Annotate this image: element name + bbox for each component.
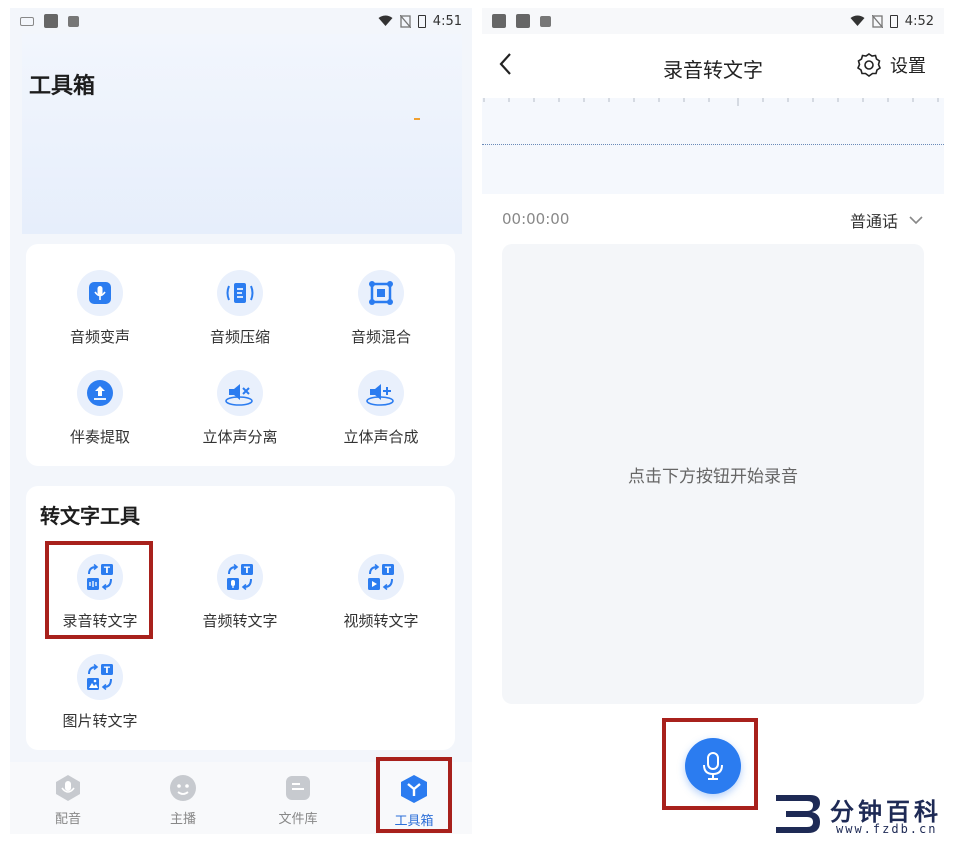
app-notification-icon [540,15,551,27]
battery-icon [889,14,898,28]
tool-label: 立体声分离 [202,428,278,446]
notification-icon [516,14,530,28]
audio-tools-card: 音频变声 音频压缩 音频混合 伴奏提取 立体声分离 立体声合成 [26,244,455,466]
accompaniment-extract-icon [87,380,113,406]
notification-icon [492,14,506,28]
audio-to-text-icon: T [227,563,253,591]
file-library-icon [286,776,310,800]
watermark: 分钟百科 www.fzdb.cn [774,792,950,838]
tab-dubbing[interactable]: 配音 [28,774,108,827]
anchor-icon [170,775,196,801]
tab-label: 主播 [169,812,196,827]
language-value: 普通话 [849,212,898,231]
tool-label: 音频转文字 [202,612,278,630]
tool-audio-to-text[interactable]: T 音频转文字 [170,554,310,631]
battery-icon [417,14,426,28]
settings-label: 设置 [890,56,926,77]
tool-stereo-merge[interactable]: 立体声合成 [311,370,451,447]
tool-label: 视频转文字 [343,612,419,630]
toolbox-header: 工具箱 [22,34,462,234]
record-to-text-screen: 4:52 录音转文字 设置 00:00:00 普通话 点击下方按钮开始录音 [482,8,944,834]
top-nav: 录音转文字 设置 [482,34,944,98]
tool-audio-mix[interactable]: 音频混合 [311,270,451,347]
tool-video-to-text[interactable]: T 视频转文字 [311,554,451,631]
tab-label: 文件库 [278,812,318,827]
app-notification-icon [68,15,79,27]
image-to-text-icon: T [87,663,113,691]
wifi-icon [850,15,865,26]
wifi-icon [378,15,393,26]
language-select[interactable]: 普通话 [850,208,924,232]
tool-label: 音频变声 [69,328,130,346]
no-sim-icon [399,14,411,28]
tool-label: 音频混合 [350,328,411,346]
highlight-toolbox-tab [376,757,452,833]
tool-label: 图片转文字 [62,712,138,730]
dubbing-icon [56,775,80,801]
settings-button[interactable]: 设置 [856,52,926,78]
status-time: 4:52 [904,13,934,29]
video-to-text-icon: T [368,563,394,591]
record-timer: 00:00:00 [502,210,570,228]
timeline-ruler [483,98,939,106]
tab-file-library[interactable]: 文件库 [258,774,338,827]
highlight-record-button [662,718,758,810]
tool-image-to-text[interactable]: T 图片转文字 [30,654,170,731]
page-title: 工具箱 [29,74,96,99]
watermark-url: www.fzdb.cn [836,822,938,836]
audio-mix-icon [369,281,393,305]
keyboard-icon [20,16,34,26]
tool-audio-compress[interactable]: 音频压缩 [170,270,310,347]
waveform-baseline [482,144,944,145]
no-sim-icon [871,14,883,28]
gear-icon [857,53,881,77]
waveform-area [482,98,944,194]
tool-stereo-separate[interactable]: 立体声分离 [170,370,310,447]
audio-compress-icon [226,283,254,303]
status-bar: 4:51 [10,8,472,34]
tab-anchor[interactable]: 主播 [143,774,223,827]
header-decoration [414,118,420,120]
stereo-separate-icon [225,384,253,406]
stereo-merge-icon [366,384,394,406]
status-bar: 4:52 [482,8,944,34]
transcript-area: 点击下方按钮开始录音 [502,244,924,704]
section-title: 转文字工具 [40,504,140,528]
audio-voice-change-icon [89,282,111,304]
svg-text:T: T [244,566,251,576]
tab-label: 配音 [54,812,81,827]
chevron-down-icon [909,216,923,225]
tool-label: 伴奏提取 [69,428,130,446]
svg-text:T: T [104,666,111,676]
toolbox-screen: 4:51 工具箱 音频变声 音频压缩 音频混合 伴奏提取 立体声分离 立体声合成… [10,8,472,834]
highlight-record-to-text [45,541,153,639]
tool-label: 音频压缩 [209,328,270,346]
record-hint: 点击下方按钮开始录音 [628,467,798,487]
svg-text:T: T [385,566,392,576]
notification-icon [44,14,58,28]
watermark-logo-icon [776,795,820,833]
tool-accompaniment-extract[interactable]: 伴奏提取 [30,370,170,447]
tool-audio-voice-change[interactable]: 音频变声 [30,270,170,347]
status-time: 4:51 [432,13,462,29]
tool-label: 立体声合成 [343,428,419,446]
